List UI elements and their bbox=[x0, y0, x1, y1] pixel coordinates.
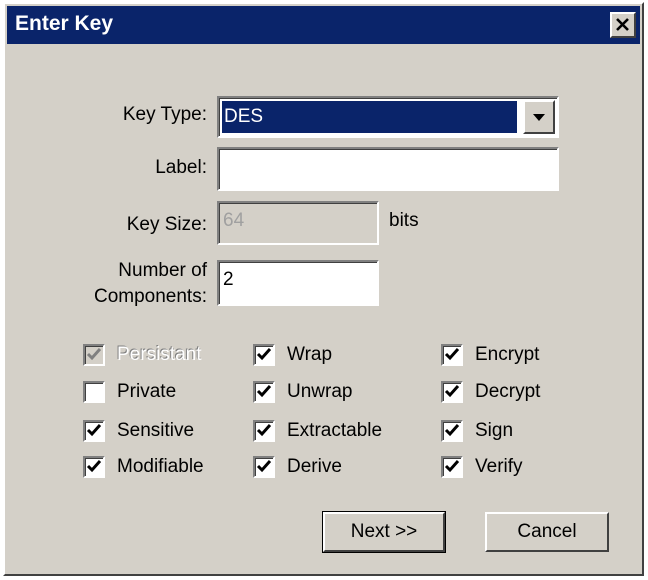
enter-key-dialog: Enter Key Key Type: DES Label: Key Size:… bbox=[3, 2, 644, 576]
checkbox-private[interactable]: Private bbox=[83, 381, 176, 403]
checkmark-icon bbox=[86, 460, 102, 473]
checkbox-box[interactable] bbox=[253, 420, 275, 442]
title-bar[interactable]: Enter Key bbox=[7, 6, 640, 44]
checkmark-icon bbox=[256, 385, 272, 398]
checkbox-box[interactable] bbox=[253, 381, 275, 403]
checkbox-box[interactable] bbox=[441, 420, 463, 442]
checkbox-label: Persistant bbox=[117, 344, 202, 365]
label-input[interactable] bbox=[217, 147, 559, 191]
checkmark-icon bbox=[444, 460, 460, 473]
label-label: Label: bbox=[155, 157, 207, 178]
num-components-input[interactable]: 2 bbox=[217, 260, 379, 306]
checkbox-label: Sign bbox=[475, 420, 514, 441]
checkbox-label: Unwrap bbox=[287, 381, 353, 402]
checkbox-box[interactable] bbox=[83, 381, 105, 403]
checkbox-label: Sensitive bbox=[117, 420, 195, 441]
checkbox-box[interactable] bbox=[441, 344, 463, 366]
checkbox-label: Private bbox=[117, 381, 177, 402]
key-type-dropdown-button[interactable] bbox=[523, 100, 555, 134]
checkbox-derive[interactable]: Derive bbox=[253, 456, 342, 478]
num-components-label-line2: Components: bbox=[93, 286, 207, 307]
cancel-button[interactable]: Cancel bbox=[485, 512, 609, 552]
checkmark-icon bbox=[444, 348, 460, 361]
checkbox-label: Modifiable bbox=[117, 456, 204, 477]
checkbox-label: Decrypt bbox=[475, 381, 541, 402]
checkbox-unwrap[interactable]: Unwrap bbox=[253, 381, 352, 403]
checkbox-label: Extractable bbox=[287, 420, 383, 441]
checkmark-icon bbox=[86, 348, 102, 361]
checkmark-icon bbox=[444, 424, 460, 437]
checkbox-label: Verify bbox=[475, 456, 523, 477]
checkbox-sign[interactable]: Sign bbox=[441, 420, 513, 442]
key-size-label: Key Size: bbox=[126, 214, 207, 235]
checkbox-persistant: Persistant bbox=[83, 344, 201, 366]
checkbox-encrypt[interactable]: Encrypt bbox=[441, 344, 539, 366]
next-button[interactable]: Next >> bbox=[322, 511, 446, 553]
checkbox-box[interactable] bbox=[441, 456, 463, 478]
checkmark-icon bbox=[86, 424, 102, 437]
num-components-label-line1: Number of bbox=[118, 260, 207, 281]
close-button[interactable] bbox=[610, 12, 636, 38]
chevron-down-icon bbox=[533, 114, 545, 121]
close-icon bbox=[616, 18, 629, 31]
key-type-selected-value: DES bbox=[222, 101, 517, 133]
checkbox-box[interactable] bbox=[83, 456, 105, 478]
checkbox-box[interactable] bbox=[83, 420, 105, 442]
checkmark-icon bbox=[256, 460, 272, 473]
checkbox-decrypt[interactable]: Decrypt bbox=[441, 381, 540, 403]
checkbox-box[interactable] bbox=[253, 344, 275, 366]
checkbox-label: Encrypt bbox=[475, 344, 540, 365]
checkbox-box[interactable] bbox=[441, 381, 463, 403]
checkmark-icon bbox=[444, 385, 460, 398]
checkbox-box bbox=[83, 344, 105, 366]
checkbox-label: Derive bbox=[287, 456, 342, 477]
checkbox-verify[interactable]: Verify bbox=[441, 456, 523, 478]
checkbox-extractable[interactable]: Extractable bbox=[253, 420, 382, 442]
checkbox-box[interactable] bbox=[253, 456, 275, 478]
key-size-unit: bits bbox=[389, 210, 419, 231]
dialog-title: Enter Key bbox=[15, 12, 114, 35]
checkbox-wrap[interactable]: Wrap bbox=[253, 344, 332, 366]
key-size-input: 64 bbox=[217, 201, 379, 245]
checkbox-modifiable[interactable]: Modifiable bbox=[83, 456, 204, 478]
checkbox-label: Wrap bbox=[287, 344, 333, 365]
key-type-label: Key Type: bbox=[122, 104, 207, 125]
checkmark-icon bbox=[256, 348, 272, 361]
checkbox-sensitive[interactable]: Sensitive bbox=[83, 420, 194, 442]
key-type-select[interactable]: DES bbox=[217, 96, 559, 138]
checkmark-icon bbox=[256, 424, 272, 437]
